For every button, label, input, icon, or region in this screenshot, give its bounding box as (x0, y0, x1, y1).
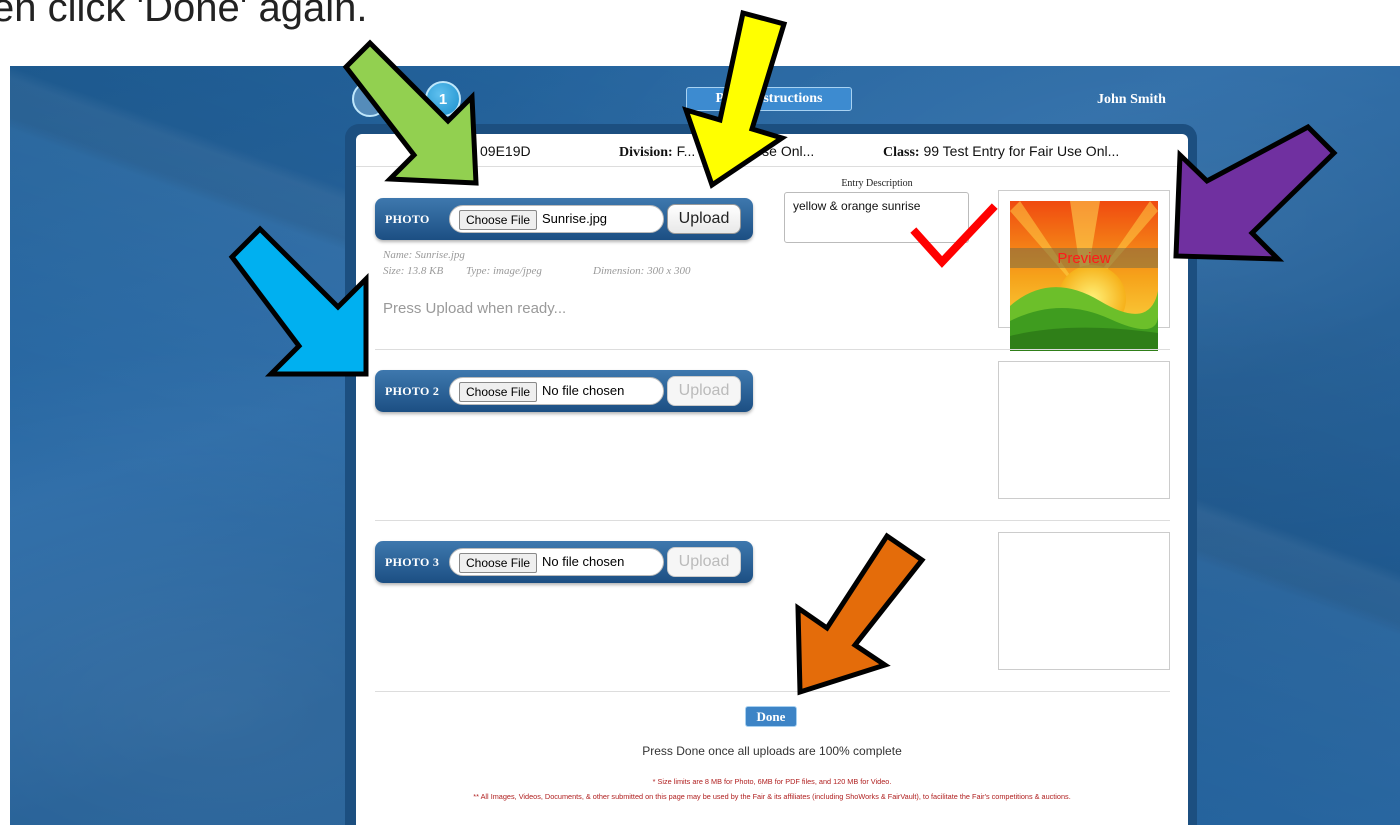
photo-1-file-input[interactable]: Choose File Sunrise.jpg (449, 205, 664, 233)
sunrise-image (1010, 201, 1158, 351)
division-info: Division: F... For Fair Use Onl... (619, 143, 814, 161)
print-instructions-button[interactable]: Print Instructions (686, 87, 852, 111)
entry-number: EN: 09E19D (452, 143, 531, 161)
photo-2-file-name: No file chosen (542, 383, 625, 398)
photo-3-file-input[interactable]: Choose File No file chosen (449, 548, 664, 576)
photo-1-file-name: Sunrise.jpg (542, 211, 608, 226)
usage-rights-note: ** All Images, Videos, Documents, & othe… (473, 792, 1071, 801)
division-value: F... For Fair Use Onl... (676, 143, 815, 159)
photo-3-choose-file-button[interactable]: Choose File (459, 553, 538, 573)
photo-1-upload-button[interactable]: Upload (667, 204, 741, 234)
photo-2-divider (375, 520, 1170, 521)
class-info: Class: 99 Test Entry for Fair Use Onl... (883, 143, 1119, 161)
photo-3-upload-button[interactable]: Upload (667, 547, 741, 577)
instruction-caption: en click 'Done' again. (0, 0, 368, 30)
user-name: John Smith (1097, 92, 1166, 107)
photo-1-choose-file-button[interactable]: Choose File (459, 210, 538, 230)
header-divider (356, 166, 1188, 167)
photo-2-file-input[interactable]: Choose File No file chosen (449, 377, 664, 405)
photo-1-upload-bar: PHOTO Choose File Sunrise.jpg Upload (375, 198, 753, 240)
footer-divider (375, 691, 1170, 692)
entry-number-value: 09E19D (480, 143, 531, 159)
photo-1-name-meta: Name: Sunrise.jpg (383, 249, 465, 261)
photo-3-file-name: No file chosen (542, 554, 625, 569)
class-value: 99 Test Entry for Fair Use Onl... (923, 143, 1120, 159)
photo-1-label: PHOTO (385, 212, 430, 226)
step-badge: 1 (425, 81, 461, 117)
photo-1-size-meta: Size: 13.8 KB (383, 265, 444, 277)
photo-3-label: PHOTO 3 (385, 555, 440, 569)
entry-description-label: Entry Description (841, 178, 913, 189)
photo-1-status: Press Upload when ready... (383, 300, 567, 317)
photo-1-preview-image (1010, 201, 1158, 351)
step-badge-previous (352, 81, 388, 117)
photo-1-divider (375, 349, 1170, 350)
division-label: Division: (619, 145, 673, 160)
photo-2-choose-file-button[interactable]: Choose File (459, 382, 538, 402)
done-message: Press Done once all uploads are 100% com… (642, 744, 902, 758)
photo-3-upload-bar: PHOTO 3 Choose File No file chosen Uploa… (375, 541, 753, 583)
photo-1-type-meta: Type: image/jpeg (466, 265, 542, 277)
entry-number-label: EN: (452, 145, 477, 160)
photo-2-upload-bar: PHOTO 2 Choose File No file chosen Uploa… (375, 370, 753, 412)
photo-1-preview-label: Preview (1010, 248, 1158, 268)
photo-2-preview-frame (998, 361, 1170, 499)
photo-2-label: PHOTO 2 (385, 384, 440, 398)
photo-2-upload-button[interactable]: Upload (667, 376, 741, 406)
photo-3-preview-frame (998, 532, 1170, 670)
entry-description-input[interactable]: yellow & orange sunrise (784, 192, 969, 243)
size-limit-note: * Size limits are 8 MB for Photo, 6MB fo… (652, 777, 892, 786)
done-button[interactable]: Done (745, 706, 797, 727)
photo-1-dimension-meta: Dimension: 300 x 300 (593, 265, 691, 277)
class-label: Class: (883, 145, 920, 160)
